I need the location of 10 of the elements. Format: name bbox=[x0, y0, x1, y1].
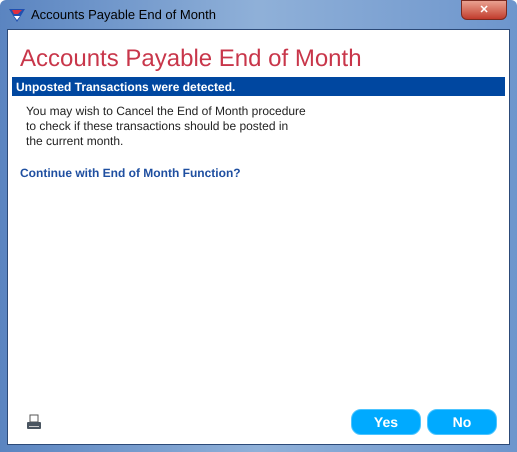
dialog-button[interactable]: Yes bbox=[351, 409, 421, 435]
alert-banner: Unposted Transactions were detected. bbox=[12, 77, 505, 96]
dialog-heading: Accounts Payable End of Month bbox=[20, 44, 363, 74]
close-button[interactable]: ✕ bbox=[461, 0, 507, 20]
question-text: Continue with End of Month Function? bbox=[20, 165, 242, 182]
app-logo-icon bbox=[9, 8, 25, 22]
window-title: Accounts Payable End of Month bbox=[31, 6, 216, 24]
printer-icon[interactable] bbox=[26, 414, 42, 430]
message-text: You may wish to Cancel the End of Month procedure to check if these transactions should be posted in the current month. bbox=[26, 104, 306, 149]
dialog-button[interactable]: No bbox=[427, 409, 497, 435]
